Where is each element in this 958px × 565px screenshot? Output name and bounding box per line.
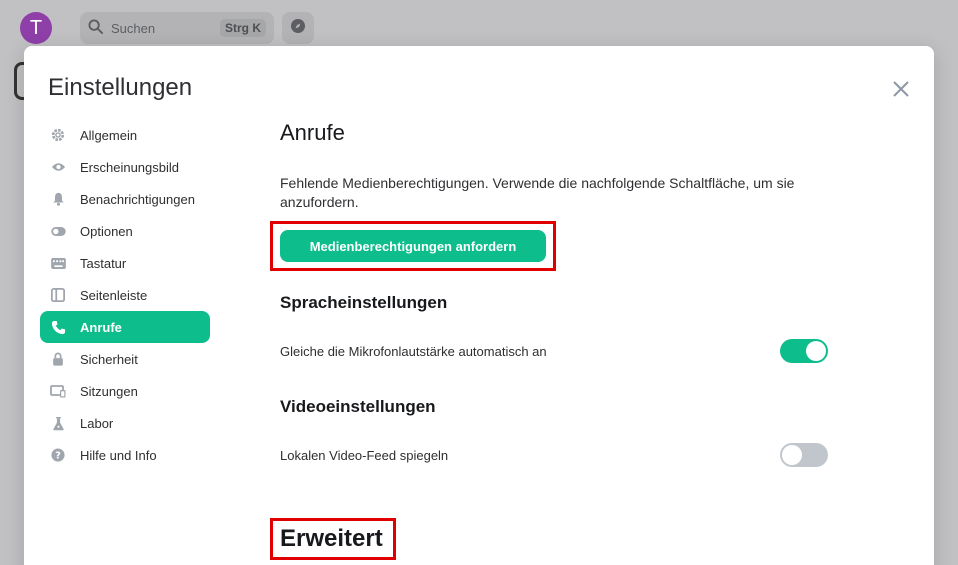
eye-icon: [50, 159, 66, 175]
settings-nav: Allgemein Erscheinungsbild Benachrichtig…: [40, 119, 210, 471]
dialog-title: Einstellungen: [48, 74, 193, 101]
user-avatar[interactable]: T: [20, 12, 52, 44]
explore-rooms-button[interactable]: [282, 12, 314, 44]
phone-icon: [50, 319, 66, 335]
flask-icon: [50, 415, 66, 431]
auto-gain-toggle[interactable]: [780, 339, 828, 363]
mirror-video-toggle[interactable]: [780, 443, 828, 467]
search-icon: [88, 19, 103, 37]
gear-icon: [50, 127, 66, 143]
keyboard-icon: [50, 255, 66, 271]
request-media-permissions-button[interactable]: Medienberechtigungen anfordern: [280, 230, 546, 262]
bell-icon: [50, 191, 66, 207]
nav-item-sitzungen[interactable]: Sitzungen: [40, 375, 210, 407]
section-heading: Anrufe: [280, 120, 345, 145]
nav-item-optionen[interactable]: Optionen: [40, 215, 210, 247]
nav-label: Anrufe: [80, 319, 122, 335]
nav-item-labor[interactable]: Labor: [40, 407, 210, 439]
nav-item-sicherheit[interactable]: Sicherheit: [40, 343, 210, 375]
video-settings-heading: Videoeinstellungen: [280, 397, 436, 416]
search-placeholder: Suchen: [111, 20, 156, 36]
nav-item-allgemein[interactable]: Allgemein: [40, 119, 210, 151]
nav-label: Tastatur: [80, 255, 127, 271]
voice-settings-heading: Spracheinstellungen: [280, 293, 448, 312]
advanced-heading: Erweitert: [280, 525, 383, 552]
nav-label: Allgemein: [80, 127, 138, 143]
advanced-heading-highlight: Erweitert: [270, 518, 396, 560]
svg-text:?: ?: [55, 451, 61, 462]
close-button[interactable]: [890, 78, 912, 100]
permission-note: Fehlende Medienberechtigungen. Verwende …: [280, 175, 795, 210]
nav-label: Sitzungen: [80, 383, 138, 399]
devices-icon: [50, 383, 66, 399]
lock-icon: [50, 351, 66, 367]
help-icon: ?: [50, 447, 66, 463]
toggle-knob: [782, 445, 802, 465]
settings-dialog: Einstellungen Allgemein Erscheinungsbild…: [24, 46, 934, 565]
calls-settings-panel: Anrufe Fehlende Medienberechtigungen. Ve…: [270, 120, 840, 467]
nav-item-seitenleiste[interactable]: Seitenleiste: [40, 279, 210, 311]
nav-label: Sicherheit: [80, 351, 138, 367]
nav-label: Seitenleiste: [80, 287, 148, 303]
auto-gain-label: Gleiche die Mikrofonlautstärke automatis…: [280, 343, 547, 359]
nav-label: Benachrichtigungen: [80, 191, 195, 207]
nav-item-benachrichtigungen[interactable]: Benachrichtigungen: [40, 183, 210, 215]
toggle-icon: [50, 223, 66, 239]
nav-item-hilfe[interactable]: ? Hilfe und Info: [40, 439, 210, 471]
compass-icon: [290, 18, 306, 39]
mirror-video-row: Lokalen Video-Feed spiegeln: [280, 443, 828, 467]
nav-label: Labor: [80, 415, 114, 431]
nav-item-tastatur[interactable]: Tastatur: [40, 247, 210, 279]
sidebar-icon: [50, 287, 66, 303]
auto-gain-row: Gleiche die Mikrofonlautstärke automatis…: [280, 339, 828, 363]
nav-label: Erscheinungsbild: [80, 159, 180, 175]
nav-label: Optionen: [80, 223, 133, 239]
nav-item-erscheinungsbild[interactable]: Erscheinungsbild: [40, 151, 210, 183]
mirror-video-label: Lokalen Video-Feed spiegeln: [280, 447, 449, 463]
toggle-knob: [806, 341, 826, 361]
search-shortcut: Strg K: [220, 19, 266, 37]
close-icon: [893, 81, 909, 97]
search-bar[interactable]: Suchen Strg K: [80, 12, 274, 44]
request-button-highlight: Medienberechtigungen anfordern: [270, 221, 556, 271]
nav-label: Hilfe und Info: [80, 447, 157, 463]
nav-item-anrufe[interactable]: Anrufe: [40, 311, 210, 343]
